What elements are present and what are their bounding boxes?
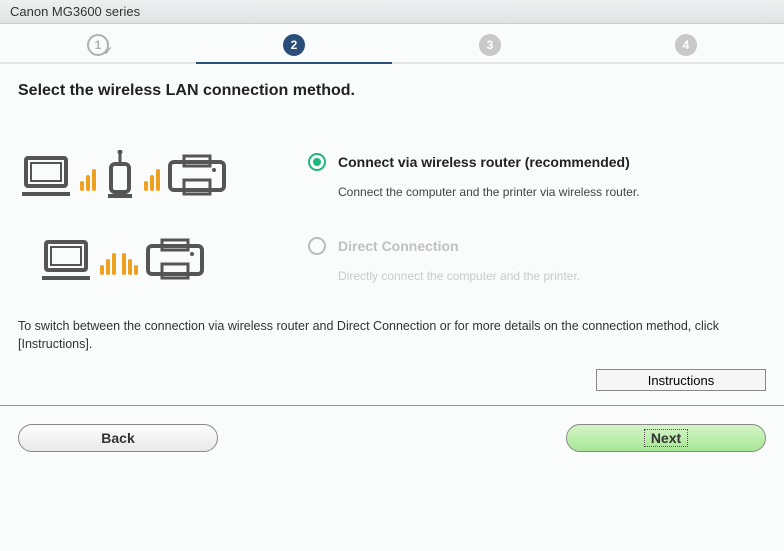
hint-text: To switch between the connection via wir… (18, 318, 766, 353)
option-direct-title: Direct Connection (338, 238, 459, 254)
option-direct-row[interactable]: Direct Connection Directly connect the c… (18, 236, 766, 284)
navigation-row: Back Next (0, 406, 784, 470)
step-4-icon: 4 (675, 34, 697, 56)
step-tab-2: 2 (196, 34, 392, 56)
printer-icon (144, 236, 206, 284)
laptop-icon (18, 152, 74, 200)
content-area: Select the wireless LAN connection metho… (0, 64, 784, 361)
step-tab-1: 1 ✓ (0, 34, 196, 56)
instructions-button[interactable]: Instructions (596, 369, 766, 391)
step-progress: 1 ✓ 2 3 4 (0, 24, 784, 64)
direct-diagram (18, 236, 298, 284)
option-router-title: Connect via wireless router (recommended… (338, 154, 630, 170)
window-title: Canon MG3600 series (10, 4, 140, 19)
back-button[interactable]: Back (18, 424, 218, 452)
radio-router[interactable] (308, 153, 326, 171)
printer-icon (166, 152, 228, 200)
window-title-bar: Canon MG3600 series (0, 0, 784, 24)
option-router-desc: Connect the computer and the printer via… (338, 185, 766, 199)
instructions-row: Instructions (0, 361, 784, 391)
radio-direct[interactable] (308, 237, 326, 255)
step-tab-4: 4 (588, 34, 784, 56)
wifi-signal-icon (80, 161, 96, 191)
step-1-icon: 1 ✓ (87, 34, 109, 56)
radio-router-wrap[interactable]: Connect via wireless router (recommended… (308, 153, 766, 171)
radio-direct-wrap[interactable]: Direct Connection (308, 237, 766, 255)
step-3-icon: 3 (479, 34, 501, 56)
step-tab-3: 3 (392, 34, 588, 56)
option-router-row[interactable]: Connect via wireless router (recommended… (18, 150, 766, 202)
page-heading: Select the wireless LAN connection metho… (18, 82, 766, 100)
wifi-signal-icon (144, 161, 160, 191)
router-icon (102, 150, 138, 202)
laptop-icon (38, 236, 94, 284)
option-direct-text: Direct Connection Directly connect the c… (298, 237, 766, 283)
wifi-signal-icon (122, 245, 138, 275)
wifi-signal-icon (100, 245, 116, 275)
checkmark-icon: ✓ (103, 44, 113, 58)
option-direct-desc: Directly connect the computer and the pr… (338, 269, 766, 283)
router-diagram (18, 150, 298, 202)
step-2-icon: 2 (283, 34, 305, 56)
option-router-text: Connect via wireless router (recommended… (298, 153, 766, 199)
next-button[interactable]: Next (566, 424, 766, 452)
